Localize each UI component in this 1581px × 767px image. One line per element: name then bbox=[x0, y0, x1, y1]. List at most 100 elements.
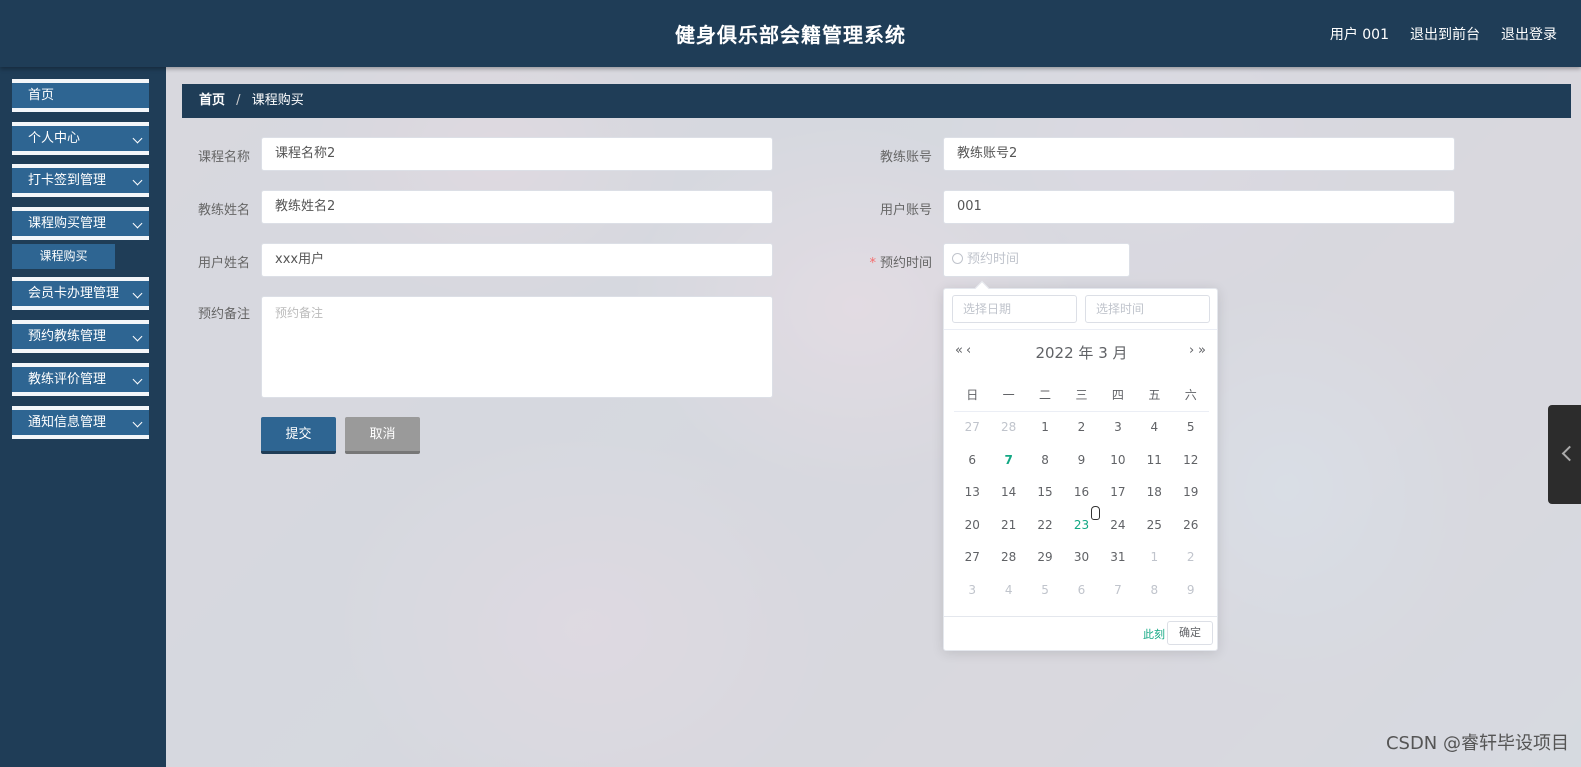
calendar-day-cell[interactable]: 25 bbox=[1136, 509, 1172, 542]
picker-month[interactable]: 3 月 bbox=[1098, 344, 1127, 362]
user-account-label: 用户账号 bbox=[879, 203, 932, 218]
calendar-day-cell[interactable]: 28 bbox=[990, 411, 1026, 444]
remark-textarea[interactable]: 预约备注 bbox=[261, 296, 773, 398]
side-collapse-tab[interactable] bbox=[1548, 405, 1581, 504]
calendar-day-cell[interactable]: 22 bbox=[1027, 509, 1063, 542]
calendar-day-cell[interactable]: 18 bbox=[1136, 476, 1172, 509]
clock-icon bbox=[952, 253, 963, 264]
calendar-day-cell[interactable]: 5 bbox=[1027, 574, 1063, 607]
calendar-day-cell[interactable]: 11 bbox=[1136, 444, 1172, 477]
calendar-day-cell[interactable]: 26 bbox=[1173, 509, 1209, 542]
calendar-day-cell[interactable]: 30 bbox=[1063, 541, 1099, 574]
calendar-day-cell[interactable]: 6 bbox=[1063, 574, 1099, 607]
calendar-day-cell[interactable]: 5 bbox=[1173, 411, 1209, 444]
coach-name-input[interactable]: 教练姓名2 bbox=[261, 190, 773, 224]
now-button[interactable]: 此刻 bbox=[1143, 626, 1165, 642]
sidebar: 首页 个人中心 打卡签到管理 课程购买管理 课程购买 会员卡办理管理 预约教练管… bbox=[0, 67, 166, 767]
calendar-day-cell[interactable]: 21 bbox=[990, 509, 1026, 542]
sidebar-item-membership-card[interactable]: 会员卡办理管理 bbox=[12, 277, 149, 310]
calendar-day-cell[interactable]: 27 bbox=[954, 411, 990, 444]
calendar-day-cell[interactable]: 3 bbox=[1100, 411, 1136, 444]
weekday-label: 六 bbox=[1184, 388, 1197, 402]
sidebar-item-home[interactable]: 首页 bbox=[12, 79, 149, 112]
calendar-week-row: 27 28 1 2 3 4 5 bbox=[954, 411, 1209, 444]
chevron-down-icon bbox=[132, 218, 143, 229]
calendar-day-cell[interactable]: 12 bbox=[1173, 444, 1209, 477]
logout-link[interactable]: 退出登录 bbox=[1501, 24, 1557, 44]
required-mark: * bbox=[869, 256, 876, 271]
calendar-day-cell[interactable]: 16 bbox=[1063, 476, 1099, 509]
current-user-link[interactable]: 用户 001 bbox=[1330, 24, 1389, 44]
user-name-label: 用户姓名 bbox=[197, 256, 250, 271]
picker-year[interactable]: 2022 年 bbox=[1035, 344, 1093, 362]
submit-button[interactable]: 提交 bbox=[261, 417, 336, 454]
calendar-day-cell[interactable]: 1 bbox=[1136, 541, 1172, 574]
mouse-cursor bbox=[1091, 506, 1100, 520]
calendar-day-cell[interactable]: 6 bbox=[954, 444, 990, 477]
calendar-day-cell[interactable]: 29 bbox=[1027, 541, 1063, 574]
course-name-input[interactable]: 课程名称2 bbox=[261, 137, 773, 171]
appointment-time-label: * 预约时间 bbox=[862, 252, 932, 271]
calendar-day-cell[interactable]: 2 bbox=[1063, 411, 1099, 444]
appointment-time-input[interactable]: 预约时间 bbox=[943, 243, 1130, 277]
confirm-button[interactable]: 确定 bbox=[1167, 621, 1213, 645]
calendar-day-cell[interactable]: 19 bbox=[1173, 476, 1209, 509]
calendar-day-cell[interactable]: 17 bbox=[1100, 476, 1136, 509]
calendar-day-cell[interactable]: 8 bbox=[1027, 444, 1063, 477]
chevron-down-icon bbox=[132, 331, 143, 342]
next-month-icon[interactable]: › bbox=[1189, 343, 1194, 358]
calendar-day-cell[interactable]: 4 bbox=[990, 574, 1026, 607]
calendar-day-cell[interactable]: 1 bbox=[1027, 411, 1063, 444]
user-name-input[interactable]: xxx用户 bbox=[261, 243, 773, 277]
calendar-day-cell[interactable]: 13 bbox=[954, 476, 990, 509]
calendar-day-cell[interactable]: 31 bbox=[1100, 541, 1136, 574]
picker-time-input[interactable]: 选择时间 bbox=[1085, 295, 1210, 323]
calendar-day-cell[interactable]: 15 bbox=[1027, 476, 1063, 509]
calendar-day-cell[interactable]: 4 bbox=[1136, 411, 1172, 444]
weekday-label: 一 bbox=[1002, 388, 1015, 402]
sidebar-item-label: 首页 bbox=[28, 88, 55, 103]
coach-account-label: 教练账号 bbox=[879, 150, 932, 165]
weekday-label: 四 bbox=[1111, 388, 1124, 402]
breadcrumb-home[interactable]: 首页 bbox=[199, 93, 225, 108]
cancel-button[interactable]: 取消 bbox=[345, 417, 420, 454]
calendar-day-cell[interactable]: 14 bbox=[990, 476, 1026, 509]
sidebar-item-course-purchase[interactable]: 课程购买管理 bbox=[12, 207, 149, 240]
weekday-header: 日 一 二 三 四 五 六 bbox=[954, 386, 1209, 412]
remark-placeholder: 预约备注 bbox=[275, 306, 324, 320]
sidebar-item-coach-booking[interactable]: 预约教练管理 bbox=[12, 320, 149, 353]
coach-name-label: 教练姓名 bbox=[197, 203, 250, 218]
calendar-day-cell[interactable]: 20 bbox=[954, 509, 990, 542]
user-account-input[interactable]: 001 bbox=[943, 190, 1455, 224]
top-header: 健身俱乐部会籍管理系统 用户 001 退出到前台 退出登录 bbox=[0, 0, 1581, 67]
calendar-grid: 27 28 1 2 3 4 5 6 7 8 9 10 11 12 13 14 15 16 17 18 19 20 21 22 2… bbox=[954, 411, 1209, 606]
sidebar-item-checkin[interactable]: 打卡签到管理 bbox=[12, 164, 149, 197]
calendar-week-row: 3456789 bbox=[954, 574, 1209, 607]
calendar-day-cell[interactable]: 10 bbox=[1100, 444, 1136, 477]
sidebar-item-personal-center[interactable]: 个人中心 bbox=[12, 122, 149, 155]
calendar-day-cell[interactable]: 7 bbox=[990, 444, 1026, 477]
calendar-day-cell[interactable]: 3 bbox=[954, 574, 990, 607]
calendar-day-cell[interactable]: 7 bbox=[1100, 574, 1136, 607]
picker-footer: 此刻 确定 bbox=[944, 616, 1217, 650]
submenu-item-course-purchase[interactable]: 课程购买 bbox=[12, 244, 115, 269]
calendar-day-cell[interactable]: 24 bbox=[1100, 509, 1136, 542]
exit-to-front-link[interactable]: 退出到前台 bbox=[1410, 24, 1480, 44]
coach-account-input[interactable]: 教练账号2 bbox=[943, 137, 1455, 171]
next-year-icon[interactable]: » bbox=[1198, 343, 1206, 358]
chevron-left-icon bbox=[1561, 445, 1578, 462]
calendar-day-cell[interactable]: 2 bbox=[1173, 541, 1209, 574]
chevron-down-icon bbox=[132, 374, 143, 385]
calendar-day-cell[interactable]: 9 bbox=[1173, 574, 1209, 607]
calendar-day-cell[interactable]: 27 bbox=[954, 541, 990, 574]
sidebar-item-label: 教练评价管理 bbox=[28, 372, 107, 387]
calendar-day-cell[interactable]: 28 bbox=[990, 541, 1026, 574]
sidebar-item-label: 个人中心 bbox=[28, 131, 81, 146]
calendar-day-cell[interactable]: 9 bbox=[1063, 444, 1099, 477]
picker-date-input[interactable]: 选择日期 bbox=[952, 295, 1077, 323]
breadcrumb-separator: / bbox=[236, 93, 241, 108]
calendar-week-row: 13 14 15 16 17 18 19 bbox=[954, 476, 1209, 509]
calendar-day-cell[interactable]: 8 bbox=[1136, 574, 1172, 607]
sidebar-item-notifications[interactable]: 通知信息管理 bbox=[12, 406, 149, 439]
sidebar-item-coach-review[interactable]: 教练评价管理 bbox=[12, 363, 149, 396]
